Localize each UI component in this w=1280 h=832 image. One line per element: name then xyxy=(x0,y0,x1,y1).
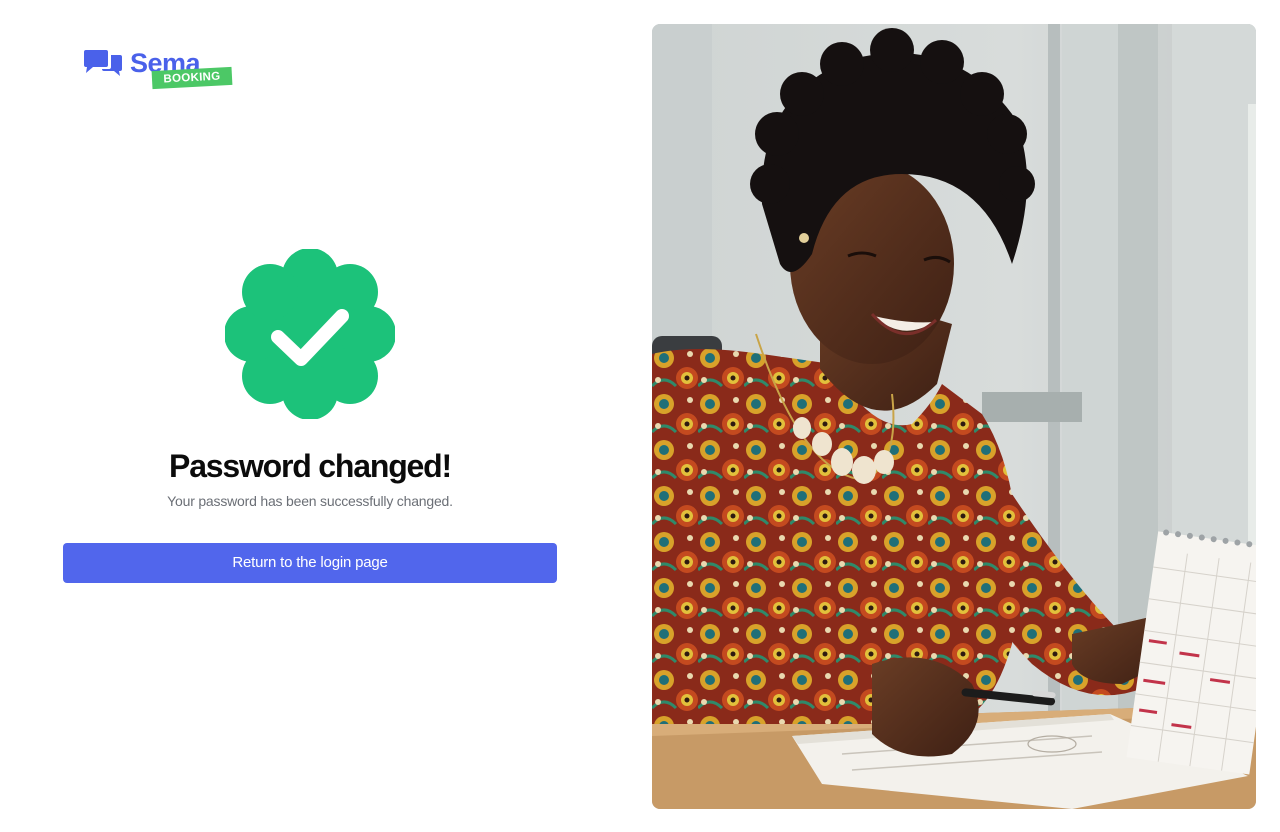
return-to-login-button[interactable]: Return to the login page xyxy=(63,543,557,583)
chat-bubbles-icon xyxy=(84,50,122,76)
hero-photo xyxy=(652,24,1256,809)
logo-tag: BOOKING xyxy=(151,66,233,90)
verified-check-badge-icon xyxy=(225,249,395,419)
sema-booking-logo[interactable]: Sema BOOKING xyxy=(82,48,234,92)
woman-with-calendar-photo xyxy=(652,24,1256,809)
page-title: Password changed! xyxy=(169,448,452,484)
left-panel: Sema BOOKING Password changed! Your pass… xyxy=(0,0,620,832)
success-message: Your password has been successfully chan… xyxy=(167,493,453,509)
